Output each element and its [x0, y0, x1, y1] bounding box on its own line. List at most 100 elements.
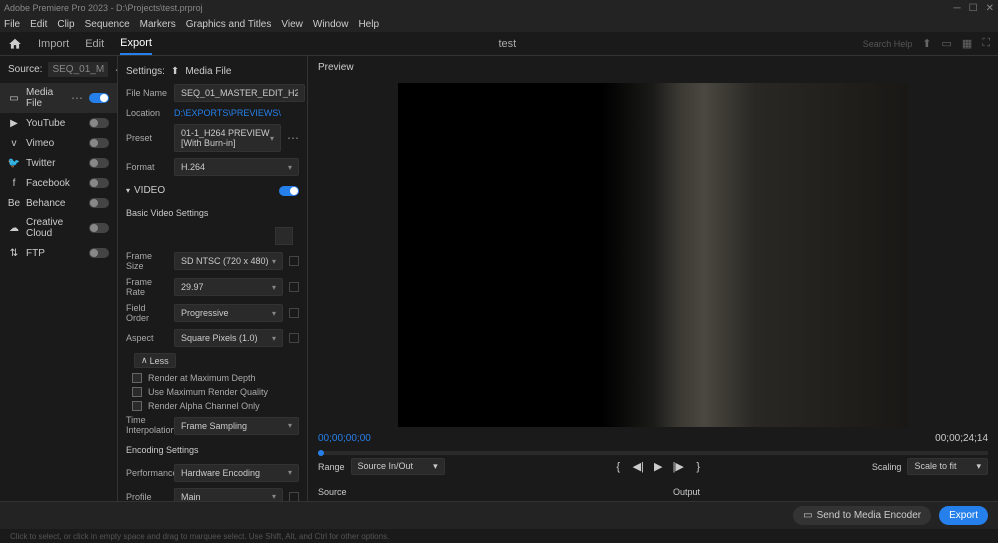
twitter-toggle[interactable] [89, 158, 109, 168]
filename-input[interactable] [174, 84, 305, 102]
framerate-label: Frame Rate [126, 277, 168, 297]
chevron-down-icon: ▾ [272, 283, 276, 292]
performance-label: Performance [126, 468, 168, 478]
menu-window[interactable]: Window [313, 19, 349, 30]
chevron-down-icon: ▾ [272, 257, 276, 266]
behance-toggle[interactable] [89, 198, 109, 208]
chevron-down-icon: ▾ [433, 461, 438, 472]
menu-markers[interactable]: Markers [140, 19, 176, 30]
app-title: Adobe Premiere Pro 2023 - D:\Projects\te… [4, 3, 203, 13]
match-source-icon[interactable] [275, 227, 293, 245]
time-interp-select[interactable]: Frame Sampling▾ [174, 417, 299, 435]
step-back-icon[interactable]: ◀| [631, 460, 645, 474]
dest-ftp[interactable]: ⇅ FTP [0, 243, 117, 263]
minimize-icon[interactable]: ─ [954, 3, 961, 14]
fieldorder-reset[interactable] [289, 308, 299, 318]
close-icon[interactable]: ✕ [986, 3, 994, 14]
framesize-reset[interactable] [289, 256, 299, 266]
dest-dots-icon[interactable]: ⋯ [71, 91, 83, 105]
dest-youtube[interactable]: ▶ YouTube [0, 113, 117, 133]
render-max-depth-label: Render at Maximum Depth [148, 373, 256, 383]
menu-sequence[interactable]: Sequence [85, 19, 130, 30]
timecode-in[interactable]: 00;00;00;00 [318, 433, 371, 444]
render-max-depth-checkbox[interactable] [132, 373, 142, 383]
vimeo-toggle[interactable] [89, 138, 109, 148]
preset-select[interactable]: 01-1_H264 PREVIEW [With Burn-in]▾ [174, 124, 281, 152]
format-select[interactable]: H.264▾ [174, 158, 299, 176]
tab-import[interactable]: Import [38, 34, 69, 54]
export-button[interactable]: Export [939, 506, 988, 525]
dest-creative-cloud[interactable]: ☁ Creative Cloud [0, 213, 117, 243]
menu-file[interactable]: File [4, 19, 20, 30]
dest-media-file[interactable]: ▭ Media File ⋯ [0, 83, 117, 113]
chevron-up-icon: ∧ [141, 355, 148, 366]
behance-icon: Be [8, 197, 20, 209]
dest-facebook[interactable]: f Facebook [0, 173, 117, 193]
timecode-out[interactable]: 00;00;24;14 [935, 433, 988, 444]
location-link[interactable]: D:\EXPORTS\PREVIEWS\ [174, 108, 281, 118]
document-name: test [498, 38, 516, 50]
use-max-quality-checkbox[interactable] [132, 387, 142, 397]
video-section-header[interactable]: ▾ VIDEO [118, 179, 307, 202]
play-icon[interactable]: ▶ [651, 460, 665, 474]
encoding-title: Encoding Settings [118, 439, 307, 461]
mark-in-icon[interactable]: { [611, 460, 625, 474]
aspect-reset[interactable] [289, 333, 299, 343]
filename-label: File Name [126, 88, 168, 98]
framerate-select[interactable]: 29.97▾ [174, 278, 283, 296]
chevron-down-icon: ▾ [270, 134, 274, 143]
aspect-label: Aspect [126, 333, 168, 343]
preset-label: Preset [126, 133, 168, 143]
aspect-select[interactable]: Square Pixels (1.0)▾ [174, 329, 283, 347]
youtube-icon: ▶ [8, 117, 20, 129]
framesize-label: Frame Size [126, 251, 168, 271]
dest-vimeo[interactable]: v Vimeo [0, 133, 117, 153]
range-select[interactable]: Source In/Out▾ [351, 458, 445, 475]
workspaces-icon[interactable]: ▦ [962, 37, 972, 50]
timeline[interactable] [318, 448, 988, 452]
search-field[interactable]: Search Help [863, 39, 913, 49]
framesize-select[interactable]: SD NTSC (720 x 480)▾ [174, 252, 283, 270]
video-toggle[interactable] [279, 186, 299, 196]
scaling-select[interactable]: Scale to fit▾ [907, 458, 988, 475]
chevron-down-icon: ▾ [272, 309, 276, 318]
mark-out-icon[interactable]: } [691, 460, 705, 474]
progress-icon[interactable]: ▭ [942, 37, 952, 50]
less-button[interactable]: ∧Less [134, 353, 176, 368]
tab-edit[interactable]: Edit [85, 34, 104, 54]
step-forward-icon[interactable]: |▶ [671, 460, 685, 474]
menu-graphics[interactable]: Graphics and Titles [186, 19, 272, 30]
profile-reset[interactable] [289, 492, 299, 501]
profile-select[interactable]: Main▾ [174, 488, 283, 501]
facebook-toggle[interactable] [89, 178, 109, 188]
media-file-toggle[interactable] [89, 93, 109, 103]
fullscreen-icon[interactable]: ⛶ [982, 37, 990, 50]
source-input[interactable] [48, 62, 108, 77]
quick-export-icon[interactable]: ⬆ [922, 37, 931, 50]
youtube-toggle[interactable] [89, 118, 109, 128]
playhead-icon[interactable] [318, 450, 324, 456]
twitter-icon: 🐦 [8, 157, 20, 169]
preview-header: Preview [308, 56, 998, 79]
ftp-toggle[interactable] [89, 248, 109, 258]
send-to-encoder-button[interactable]: ▭ Send to Media Encoder [793, 506, 931, 525]
tab-export[interactable]: Export [120, 33, 152, 55]
menu-help[interactable]: Help [358, 19, 379, 30]
menu-view[interactable]: View [281, 19, 303, 30]
dest-twitter[interactable]: 🐦 Twitter [0, 153, 117, 173]
preview-video[interactable] [398, 83, 908, 427]
dest-behance[interactable]: Be Behance [0, 193, 117, 213]
fieldorder-select[interactable]: Progressive▾ [174, 304, 283, 322]
menu-clip[interactable]: Clip [57, 19, 74, 30]
framerate-reset[interactable] [289, 282, 299, 292]
menu-edit[interactable]: Edit [30, 19, 47, 30]
chevron-down-icon: ▾ [288, 163, 292, 172]
output-info-title: Output [673, 487, 988, 497]
preset-menu-icon[interactable]: ⋯ [287, 131, 299, 145]
creative-cloud-toggle[interactable] [89, 223, 109, 233]
home-icon[interactable] [8, 37, 22, 51]
chevron-down-icon: ▾ [976, 461, 981, 472]
maximize-icon[interactable]: ☐ [969, 3, 978, 14]
performance-select[interactable]: Hardware Encoding▾ [174, 464, 299, 482]
render-alpha-checkbox[interactable] [132, 401, 142, 411]
